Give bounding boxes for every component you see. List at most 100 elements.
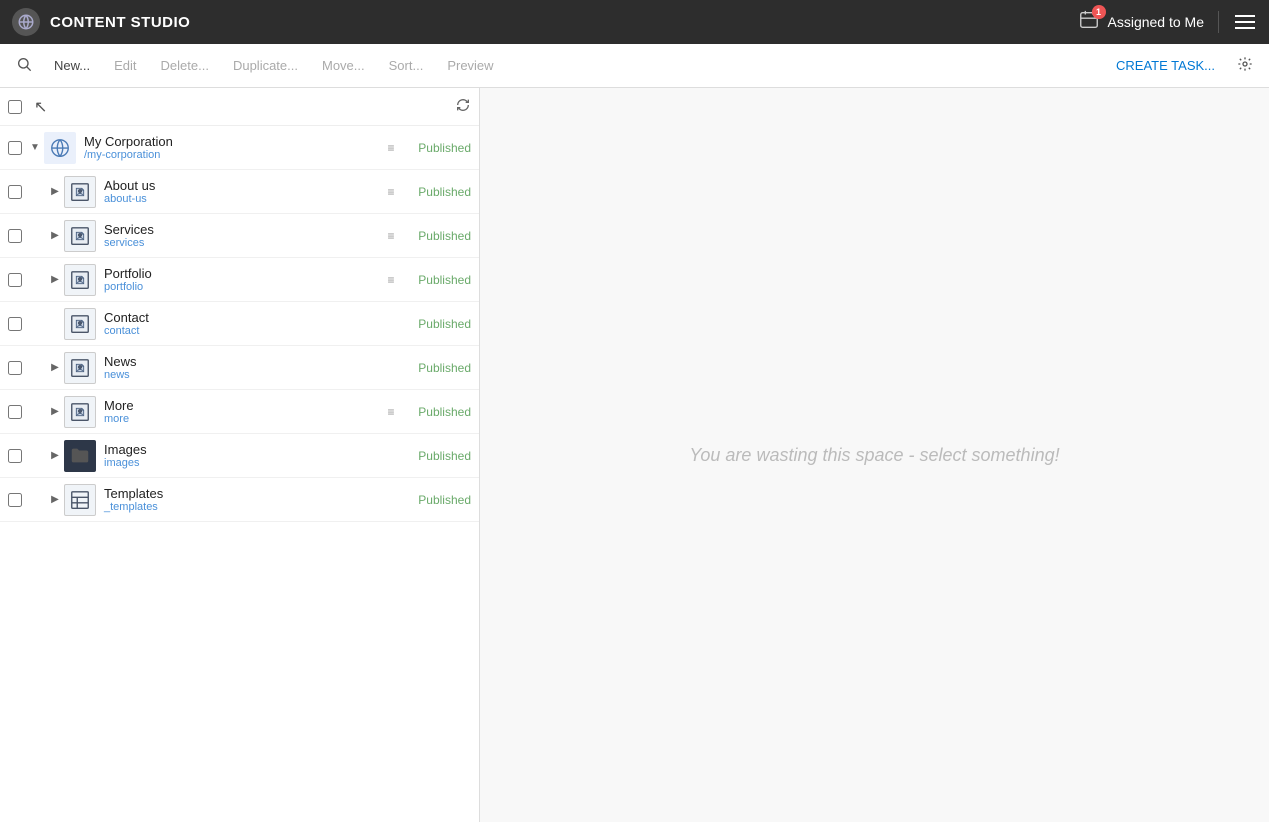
icon-services	[64, 220, 96, 252]
icon-more	[64, 396, 96, 428]
app-logo	[12, 8, 40, 36]
expand-portfolio[interactable]: ▶	[46, 274, 64, 285]
sort-button[interactable]: Sort...	[379, 52, 434, 79]
tree-header: ↖	[0, 88, 479, 126]
tree-item-contact[interactable]: Contact contact Published	[0, 302, 479, 346]
info-more: More more	[104, 398, 381, 425]
new-button[interactable]: New...	[44, 52, 100, 79]
expand-images[interactable]: ▶	[46, 450, 64, 461]
checkbox-images[interactable]	[8, 449, 22, 463]
tree-item-services[interactable]: ▶ Services services ≡ Published	[0, 214, 479, 258]
name-templates: Templates	[104, 486, 381, 501]
status-templates: Published	[401, 493, 471, 507]
icon-my-corporation	[44, 132, 76, 164]
info-about-us: About us about-us	[104, 178, 381, 205]
name-about-us: About us	[104, 178, 381, 193]
checkbox-services[interactable]	[8, 229, 22, 243]
icon-about-us	[64, 176, 96, 208]
status-images: Published	[401, 449, 471, 463]
checkbox-news[interactable]	[8, 361, 22, 375]
drag-handle-my-corporation[interactable]: ≡	[381, 141, 401, 155]
info-portfolio: Portfolio portfolio	[104, 266, 381, 293]
status-news: Published	[401, 361, 471, 375]
delete-button[interactable]: Delete...	[151, 52, 219, 79]
info-news: News news	[104, 354, 381, 381]
path-about-us: about-us	[104, 193, 381, 205]
main-layout: ↖ ▼ My Corporation /my-corporation ≡	[0, 88, 1269, 822]
move-button[interactable]: Move...	[312, 52, 375, 79]
hamburger-line-2	[1235, 21, 1255, 23]
path-my-corporation: /my-corporation	[84, 149, 381, 161]
top-bar-right: 1 Assigned to Me	[1076, 9, 1258, 35]
status-my-corporation: Published	[401, 141, 471, 155]
assigned-icon-wrap: 1	[1076, 9, 1102, 35]
app-title: CONTENT STUDIO	[50, 14, 1066, 31]
assigned-to-me-button[interactable]: 1 Assigned to Me	[1076, 9, 1205, 35]
checkbox-portfolio[interactable]	[8, 273, 22, 287]
checkbox-templates[interactable]	[8, 493, 22, 507]
settings-button[interactable]	[1229, 50, 1261, 81]
checkbox-more[interactable]	[8, 405, 22, 419]
path-images: images	[104, 457, 381, 469]
path-more: more	[104, 413, 381, 425]
tree-container: ▼ My Corporation /my-corporation ≡ Publi…	[0, 126, 479, 522]
drag-handle-about-us[interactable]: ≡	[381, 185, 401, 199]
tree-item-about-us[interactable]: ▶ About us about-us ≡ Published	[0, 170, 479, 214]
name-services: Services	[104, 222, 381, 237]
name-news: News	[104, 354, 381, 369]
expand-about-us[interactable]: ▶	[46, 186, 64, 197]
checkbox-my-corporation[interactable]	[8, 141, 22, 155]
create-task-button[interactable]: CREATE TASK...	[1106, 52, 1225, 79]
status-portfolio: Published	[401, 273, 471, 287]
name-contact: Contact	[104, 310, 381, 325]
select-all-checkbox[interactable]	[8, 100, 22, 114]
left-panel: ↖ ▼ My Corporation /my-corporation ≡	[0, 88, 480, 822]
status-contact: Published	[401, 317, 471, 331]
expand-more[interactable]: ▶	[46, 406, 64, 417]
status-more: Published	[401, 405, 471, 419]
tree-item-my-corporation[interactable]: ▼ My Corporation /my-corporation ≡ Publi…	[0, 126, 479, 170]
tree-item-more[interactable]: ▶ More more ≡ Published	[0, 390, 479, 434]
expand-services[interactable]: ▶	[46, 230, 64, 241]
preview-button[interactable]: Preview	[437, 52, 503, 79]
menu-button[interactable]	[1233, 13, 1257, 31]
icon-news	[64, 352, 96, 384]
path-services: services	[104, 237, 381, 249]
info-templates: Templates _templates	[104, 486, 381, 513]
status-about-us: Published	[401, 185, 471, 199]
drag-handle-services[interactable]: ≡	[381, 229, 401, 243]
name-my-corporation: My Corporation	[84, 134, 381, 149]
info-contact: Contact contact	[104, 310, 381, 337]
path-templates: _templates	[104, 501, 381, 513]
path-portfolio: portfolio	[104, 281, 381, 293]
search-button[interactable]	[8, 50, 40, 81]
assigned-label: Assigned to Me	[1108, 14, 1205, 30]
topbar-divider	[1218, 11, 1219, 33]
expand-my-corporation[interactable]: ▼	[26, 142, 44, 153]
drag-handle-portfolio[interactable]: ≡	[381, 273, 401, 287]
checkbox-about-us[interactable]	[8, 185, 22, 199]
info-images: Images images	[104, 442, 381, 469]
toolbar: New... Edit Delete... Duplicate... Move.…	[0, 44, 1269, 88]
right-panel: You are wasting this space - select some…	[480, 88, 1269, 822]
drag-handle-more[interactable]: ≡	[381, 405, 401, 419]
tree-item-images[interactable]: ▶ Images images Published	[0, 434, 479, 478]
refresh-button[interactable]	[455, 97, 471, 116]
info-my-corporation: My Corporation /my-corporation	[84, 134, 381, 161]
duplicate-button[interactable]: Duplicate...	[223, 52, 308, 79]
expand-news[interactable]: ▶	[46, 362, 64, 373]
name-portfolio: Portfolio	[104, 266, 381, 281]
tree-item-portfolio[interactable]: ▶ Portfolio portfolio ≡ Published	[0, 258, 479, 302]
name-more: More	[104, 398, 381, 413]
tree-item-news[interactable]: ▶ News news Published	[0, 346, 479, 390]
path-news: news	[104, 369, 381, 381]
icon-templates	[64, 484, 96, 516]
top-bar: CONTENT STUDIO 1 Assigned to Me	[0, 0, 1269, 44]
tree-item-templates[interactable]: ▶ Templates _templates Published	[0, 478, 479, 522]
path-contact: contact	[104, 325, 381, 337]
edit-button[interactable]: Edit	[104, 52, 146, 79]
expand-templates[interactable]: ▶	[46, 494, 64, 505]
name-images: Images	[104, 442, 381, 457]
status-services: Published	[401, 229, 471, 243]
checkbox-contact[interactable]	[8, 317, 22, 331]
